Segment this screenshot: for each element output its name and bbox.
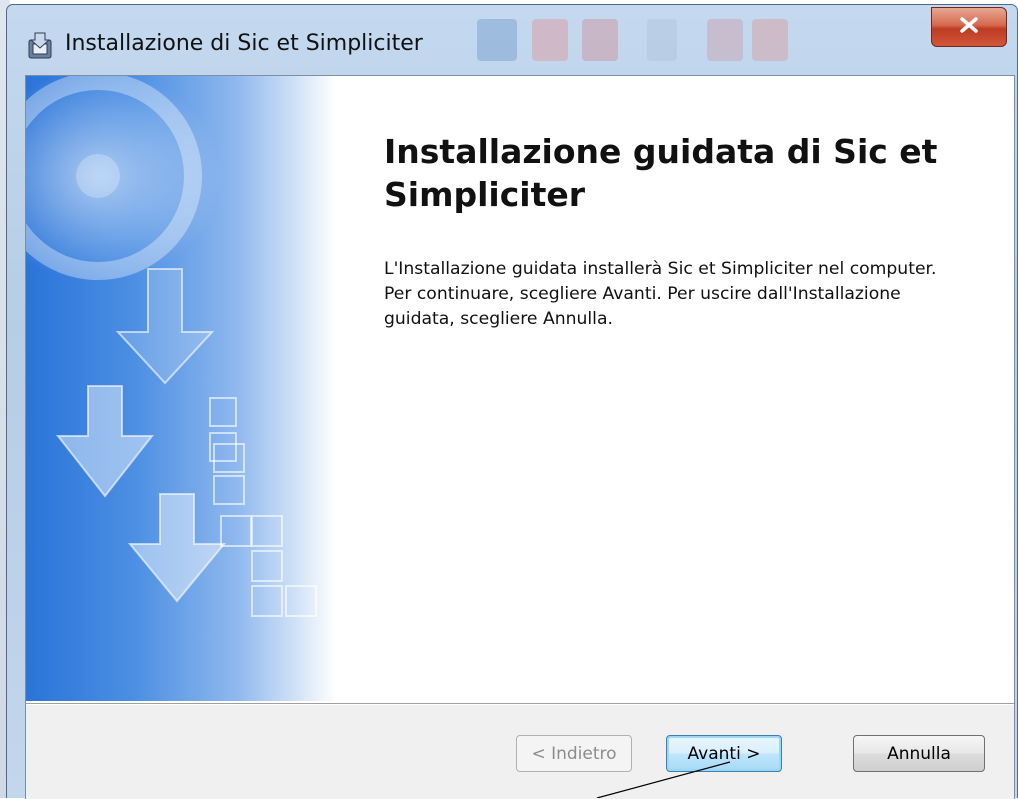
background-window-ghost: [532, 19, 568, 61]
window-title: Installazione di Sic et Simpliciter: [65, 31, 423, 56]
button-bar: < Indietro Avanti > Annulla: [26, 703, 1014, 799]
next-button[interactable]: Avanti >: [666, 735, 782, 772]
welcome-description: L'Installazione guidata installerà Sic e…: [384, 259, 937, 329]
background-window-ghost: [477, 19, 517, 61]
background-window-ghost: [752, 19, 788, 61]
back-button[interactable]: < Indietro: [516, 735, 632, 772]
title-bar[interactable]: Installazione di Sic et Simpliciter: [7, 5, 1017, 75]
wizard-banner-image: [26, 76, 336, 701]
wizard-content: Installazione guidata di Sic et Simplici…: [25, 75, 1015, 799]
cancel-button[interactable]: Annulla: [853, 735, 985, 772]
close-button[interactable]: [931, 7, 1007, 47]
close-x-icon: [958, 16, 980, 38]
background-window-ghost: [582, 19, 618, 61]
installer-window: Installazione di Sic et Simpliciter Inst…: [6, 4, 1018, 799]
welcome-heading: Installazione guidata di Sic et Simplici…: [384, 132, 938, 214]
installer-icon[interactable]: [25, 31, 55, 61]
background-window-ghost: [707, 19, 743, 61]
background-window-ghost: [647, 19, 677, 61]
